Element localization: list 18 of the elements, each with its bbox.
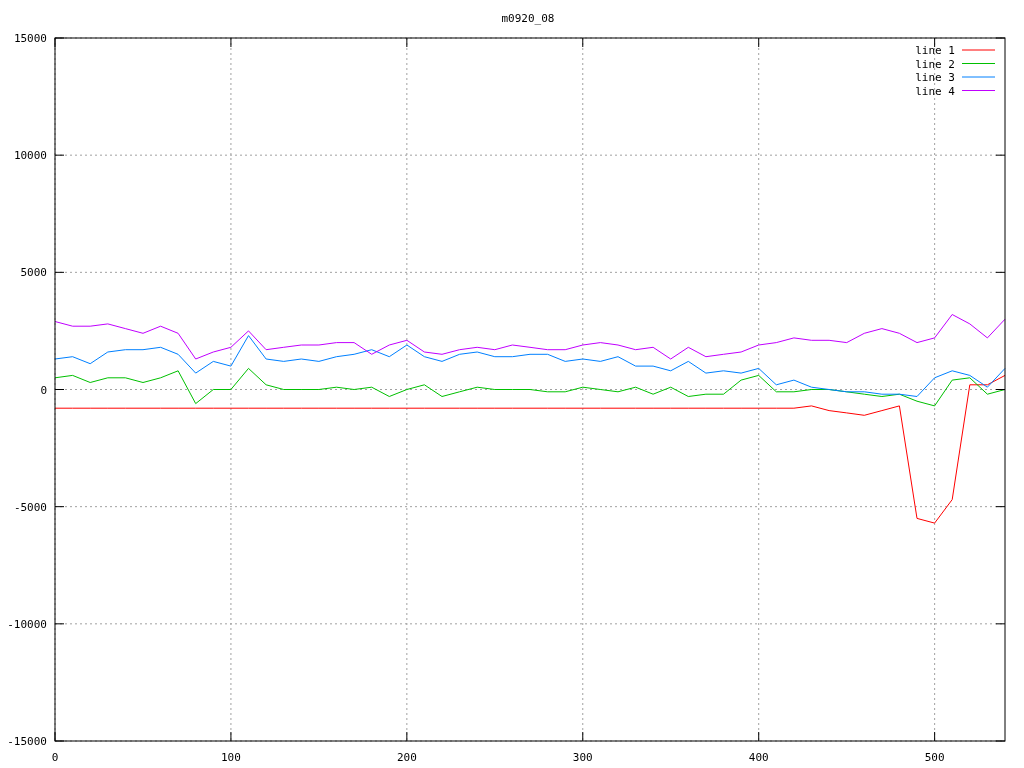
chart-title: m0920_08 [501,12,555,25]
axis-tick-label: 300 [572,751,593,764]
axis-tick-label: -5000 [13,500,47,514]
axis-tick-label: 0 [51,751,59,764]
axis-tick-label: 100 [221,751,241,764]
axis-tick-label: 15000 [13,32,47,45]
axis-tick-label: 5000 [20,266,47,280]
axis-tick-label: 500 [924,751,945,764]
legend-label: line 4 [915,84,955,98]
axis-tick-label: -15000 [7,735,47,748]
axis-tick-label: 400 [748,751,769,764]
legend-label: line 3 [915,71,955,84]
axis-tick-label: -10000 [7,617,47,631]
legend-label: line 1 [915,44,955,57]
legend-label: line 2 [915,57,955,71]
axis-tick-label: 10000 [13,149,47,163]
axis-tick-label: 200 [396,751,417,764]
axis-tick-label: 0 [40,383,47,397]
